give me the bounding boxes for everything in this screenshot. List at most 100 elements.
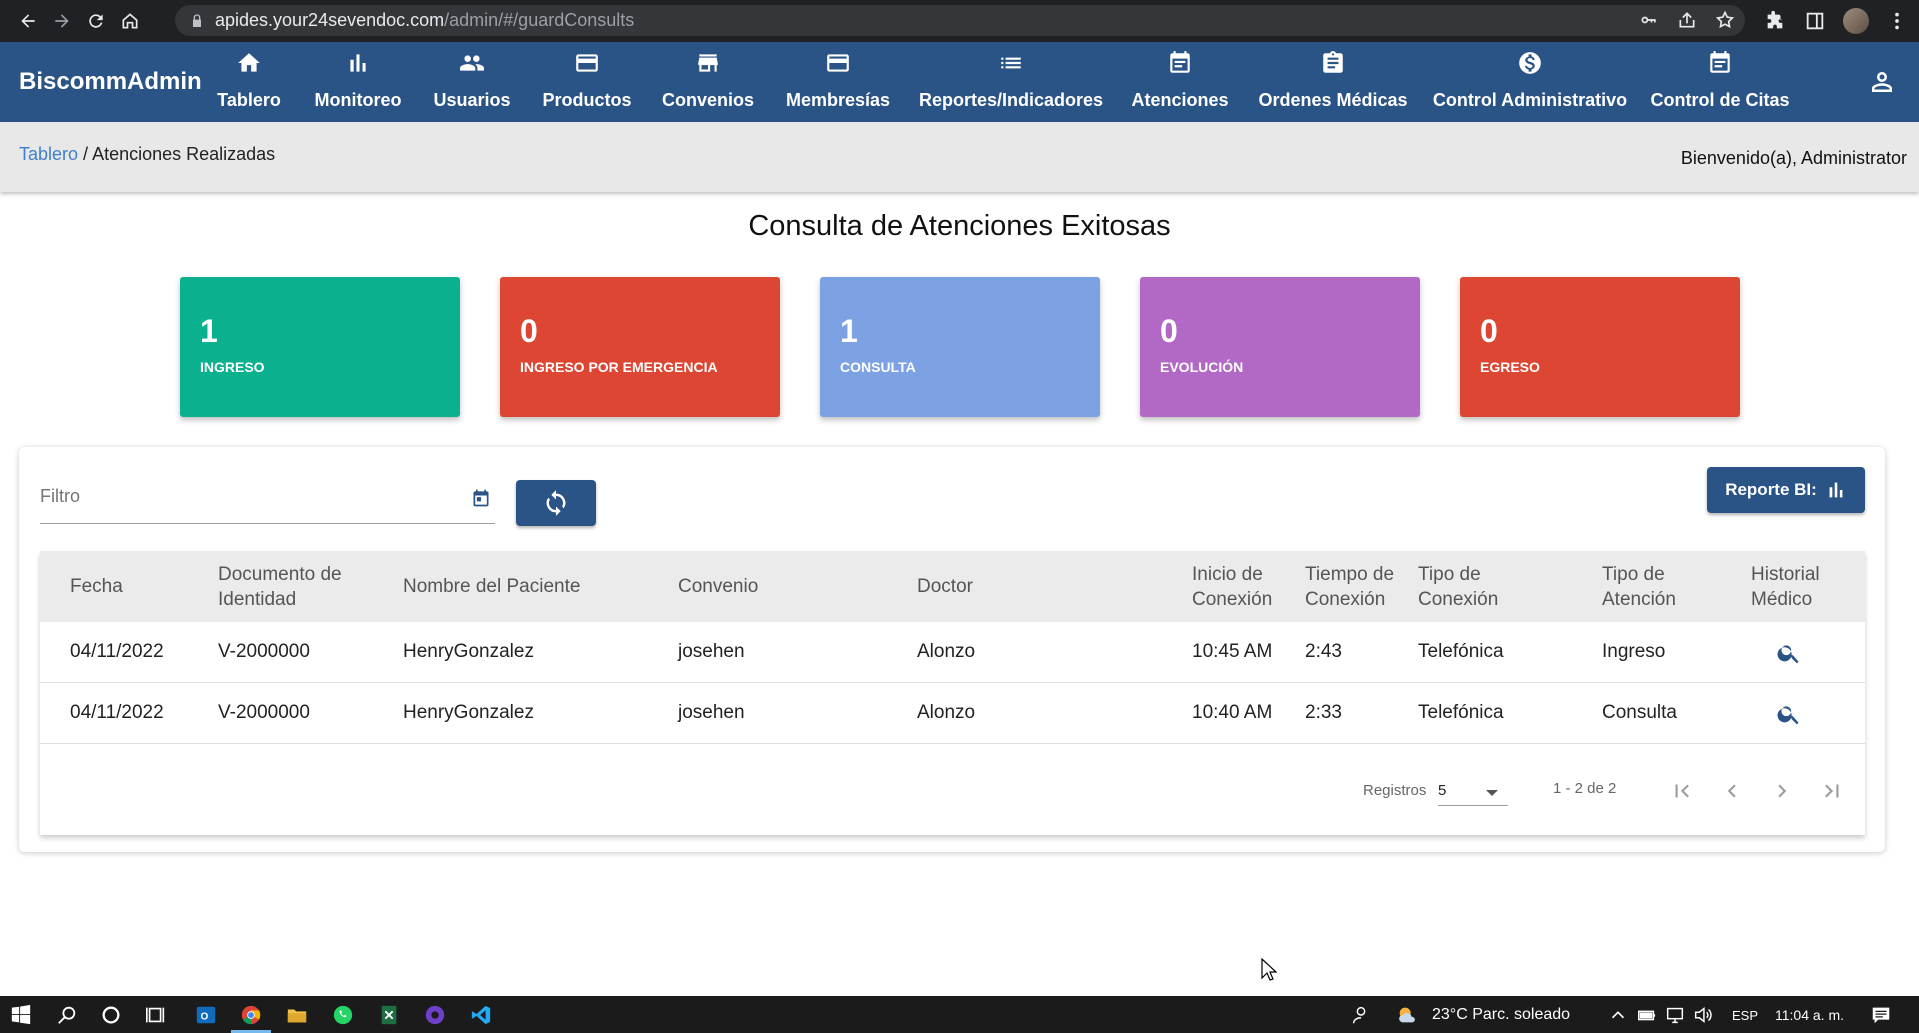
- cell-documento: V-2000000: [218, 702, 310, 723]
- nav-ordenes-medicas[interactable]: Ordenes Médicas: [1258, 42, 1408, 122]
- windows-start-icon[interactable]: [8, 1002, 34, 1028]
- chrome-icon[interactable]: [238, 1002, 264, 1028]
- breadcrumb: Tablero / Atenciones Realizadas: [19, 144, 275, 165]
- header-fecha[interactable]: Fecha: [70, 574, 123, 599]
- windows-taskbar: O 23°C Parc. soleado ESP 11:04 a. m.: [0, 996, 1919, 1033]
- stat-card-ingreso-emergencia[interactable]: 0 INGRESO POR EMERGENCIA: [500, 277, 780, 417]
- language-indicator[interactable]: ESP: [1732, 1008, 1758, 1023]
- star-icon[interactable]: [1715, 10, 1735, 30]
- excel-icon[interactable]: [376, 1002, 402, 1028]
- nav-tablero[interactable]: Tablero: [217, 42, 281, 122]
- task-view-icon[interactable]: [143, 1002, 169, 1028]
- dollar-icon: [1515, 48, 1545, 78]
- file-explorer-icon[interactable]: [284, 1002, 310, 1028]
- list-icon: [996, 48, 1026, 78]
- stat-card-ingreso[interactable]: 1 INGRESO: [180, 277, 460, 417]
- nav-control-administrativo[interactable]: Control Administrativo: [1433, 42, 1627, 122]
- stat-value: 0: [1160, 313, 1178, 349]
- nav-monitoreo[interactable]: Monitoreo: [314, 42, 402, 122]
- nav-reportes[interactable]: Reportes/Indicadores: [919, 42, 1103, 122]
- header-convenio[interactable]: Convenio: [678, 574, 758, 599]
- stat-value: 1: [200, 313, 218, 349]
- refresh-button[interactable]: [516, 480, 596, 526]
- sidepanel-icon[interactable]: [1803, 9, 1827, 33]
- weather-icon[interactable]: [1394, 1002, 1420, 1028]
- lock-icon: [189, 13, 205, 29]
- bar-chart-icon: [343, 48, 373, 78]
- calendar-icon[interactable]: [471, 488, 491, 508]
- outlook-icon[interactable]: O: [193, 1002, 219, 1028]
- last-page-icon[interactable]: [1816, 775, 1848, 807]
- cell-documento: V-2000000: [218, 641, 310, 662]
- nav-label: Reportes/Indicadores: [918, 90, 1104, 110]
- header-doctor[interactable]: Doctor: [917, 574, 973, 599]
- nav-convenios[interactable]: Convenios: [662, 42, 754, 122]
- store-icon: [693, 48, 723, 78]
- cell-tipo-atencion: Ingreso: [1602, 641, 1666, 662]
- stat-label: EVOLUCIÓN: [1160, 359, 1244, 375]
- filter-input[interactable]: [40, 486, 440, 507]
- bi-report-button[interactable]: Reporte BI:: [1707, 467, 1865, 513]
- previous-page-icon[interactable]: [1716, 775, 1748, 807]
- volume-icon[interactable]: [1690, 1002, 1716, 1028]
- nav-label: Control de Citas: [1650, 90, 1790, 110]
- cortana-icon[interactable]: [98, 1002, 124, 1028]
- page-size-select[interactable]: 5: [1438, 778, 1508, 806]
- battery-icon[interactable]: [1634, 1002, 1660, 1028]
- notifications-icon[interactable]: [1868, 1002, 1894, 1028]
- forward-icon[interactable]: [48, 7, 76, 35]
- nav-control-de-citas[interactable]: Control de Citas: [1651, 42, 1790, 122]
- dropdown-arrow-icon: [1486, 790, 1498, 796]
- weather-text[interactable]: 23°C Parc. soleado: [1432, 1006, 1570, 1024]
- nav-membresias[interactable]: Membresías: [786, 42, 890, 122]
- nav-label: Convenios: [662, 90, 755, 110]
- stat-card-evolucion[interactable]: 0 EVOLUCIÓN: [1140, 277, 1420, 417]
- back-icon[interactable]: [14, 7, 42, 35]
- reload-icon[interactable]: [82, 7, 110, 35]
- home-browser-icon[interactable]: [116, 7, 144, 35]
- search-icon[interactable]: [54, 1002, 80, 1028]
- filter-field[interactable]: [40, 486, 495, 524]
- network-icon[interactable]: [1662, 1002, 1688, 1028]
- account-icon[interactable]: [1867, 67, 1899, 99]
- nav-label: Tablero: [217, 90, 281, 110]
- svg-text:O: O: [201, 1012, 209, 1023]
- clock-time[interactable]: 11:04 a. m.: [1775, 1007, 1844, 1023]
- cell-tiempo: 2:33: [1305, 702, 1342, 723]
- header-documento[interactable]: Documento de Identidad: [218, 562, 342, 612]
- share-icon[interactable]: [1677, 10, 1697, 30]
- extensions-icon[interactable]: [1763, 9, 1787, 33]
- nav-usuarios[interactable]: Usuarios: [433, 42, 511, 122]
- people-icon[interactable]: [1348, 1002, 1374, 1028]
- brand-title[interactable]: BiscommAdmin: [19, 68, 202, 96]
- breadcrumb-separator: /: [78, 144, 93, 164]
- breadcrumb-link-tablero[interactable]: Tablero: [19, 144, 78, 164]
- page-size-label: Registros: [1363, 782, 1427, 799]
- header-tipo-conexion[interactable]: Tipo de Conexión: [1418, 562, 1498, 612]
- people-icon: [457, 48, 487, 78]
- key-icon[interactable]: [1639, 10, 1659, 30]
- profile-avatar[interactable]: [1843, 8, 1869, 34]
- header-tiempo[interactable]: Tiempo de Conexión: [1305, 562, 1394, 612]
- nav-label: Control Administrativo: [1432, 90, 1628, 110]
- stat-card-consulta[interactable]: 1 CONSULTA: [820, 277, 1100, 417]
- nav-label: Ordenes Médicas: [1258, 90, 1408, 110]
- chevron-up-icon[interactable]: [1605, 1002, 1631, 1028]
- address-bar[interactable]: apides.your24sevendoc.com/admin/#/guardC…: [175, 5, 1745, 36]
- search-icon[interactable]: [1776, 640, 1802, 666]
- cell-convenio: josehen: [678, 641, 745, 662]
- first-page-icon[interactable]: [1666, 775, 1698, 807]
- whatsapp-icon[interactable]: [330, 1002, 356, 1028]
- menu-dots-icon[interactable]: [1885, 9, 1909, 33]
- nav-atenciones[interactable]: Atenciones: [1131, 42, 1229, 122]
- nav-label: Monitoreo: [314, 90, 402, 110]
- nav-productos[interactable]: Productos: [543, 42, 632, 122]
- stat-card-egreso[interactable]: 0 EGRESO: [1460, 277, 1740, 417]
- github-desktop-icon[interactable]: [422, 1002, 448, 1028]
- header-tipo-atencion[interactable]: Tipo de Atención: [1602, 562, 1676, 612]
- header-nombre[interactable]: Nombre del Paciente: [403, 574, 580, 599]
- search-icon[interactable]: [1776, 701, 1802, 727]
- next-page-icon[interactable]: [1766, 775, 1798, 807]
- vscode-icon[interactable]: [468, 1002, 494, 1028]
- header-inicio[interactable]: Inicio de Conexión: [1192, 562, 1272, 612]
